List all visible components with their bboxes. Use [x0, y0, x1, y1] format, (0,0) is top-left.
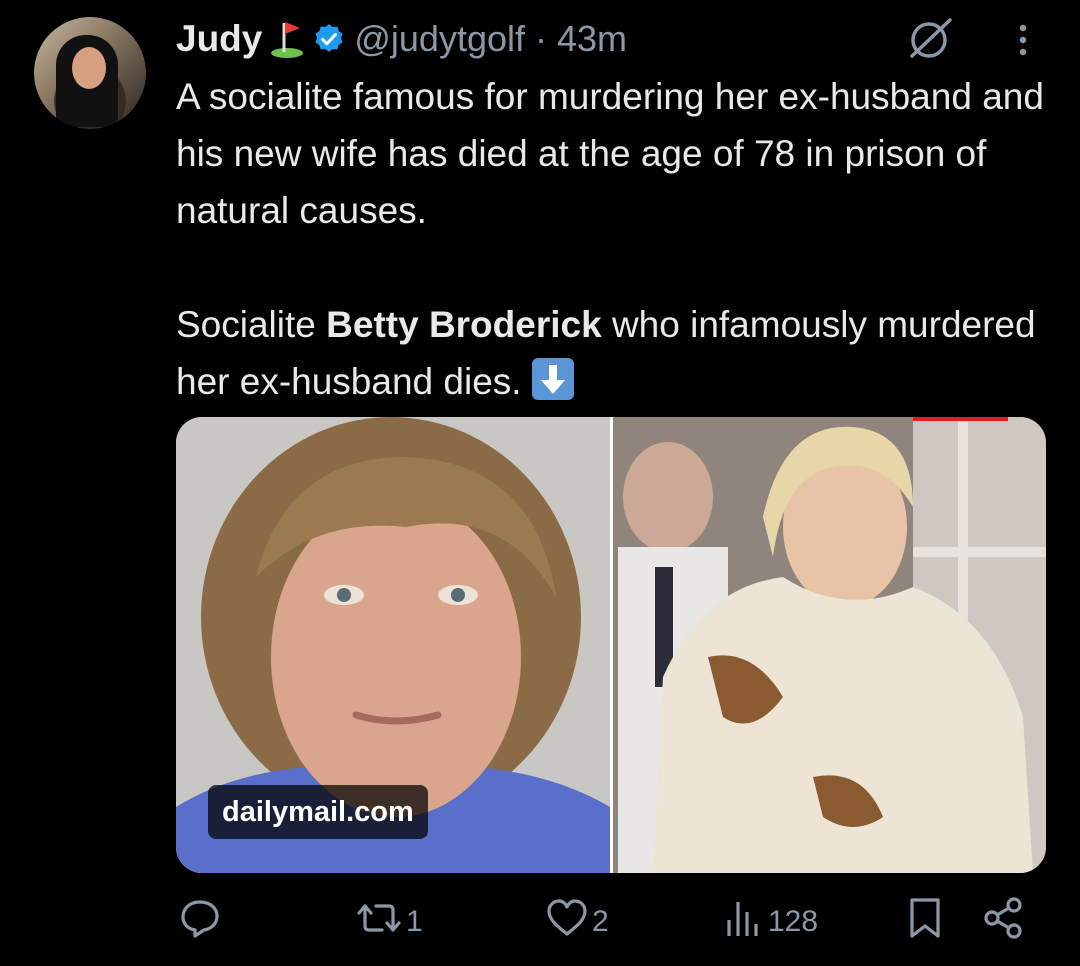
action-bar: 1 2 128 [0, 890, 1080, 956]
bookmark-icon [908, 896, 942, 948]
handle-and-time[interactable]: @judytgolf · 43m [354, 18, 627, 60]
down-arrow-emoji-icon [531, 358, 574, 400]
author-name[interactable]: Judy [176, 18, 262, 60]
repost-icon [356, 896, 402, 948]
like-icon [546, 898, 588, 946]
views-icon [724, 898, 764, 946]
source-badge: dailymail.com [208, 785, 428, 839]
reply-button[interactable] [178, 898, 226, 946]
repost-count: 1 [406, 905, 423, 938]
courtroom-photo[interactable] [613, 417, 1046, 873]
like-button[interactable]: 2 [546, 898, 609, 946]
golf-flag-icon [270, 19, 304, 59]
post-p2-prefix: Socialite [176, 304, 327, 345]
post-paragraph-1: A socialite famous for murdering her ex-… [176, 76, 1044, 231]
repost-button[interactable]: 1 [356, 898, 423, 946]
view-count: 128 [768, 905, 819, 938]
avatar[interactable] [34, 17, 146, 129]
like-count: 2 [592, 905, 609, 938]
bookmark-button[interactable] [908, 898, 942, 946]
verified-badge-icon [312, 22, 346, 56]
grok-icon[interactable] [902, 14, 956, 62]
more-icon[interactable] [1010, 20, 1036, 60]
post-paragraph-2: Socialite Betty Broderick who infamously… [176, 296, 1056, 410]
share-button[interactable] [982, 896, 1024, 948]
post-text: A socialite famous for murdering her ex-… [176, 68, 1056, 410]
reply-icon [178, 896, 222, 948]
avatar-face [72, 47, 106, 89]
post-header: Judy @judytgolf · 43m [176, 16, 627, 62]
mugshot-photo[interactable]: dailymail.com [176, 417, 610, 873]
post-p2-bold-name: Betty Broderick [326, 304, 602, 345]
views-button[interactable]: 128 [724, 898, 818, 946]
media-image[interactable]: dailymail.com [176, 417, 1046, 873]
share-icon [982, 896, 1024, 948]
